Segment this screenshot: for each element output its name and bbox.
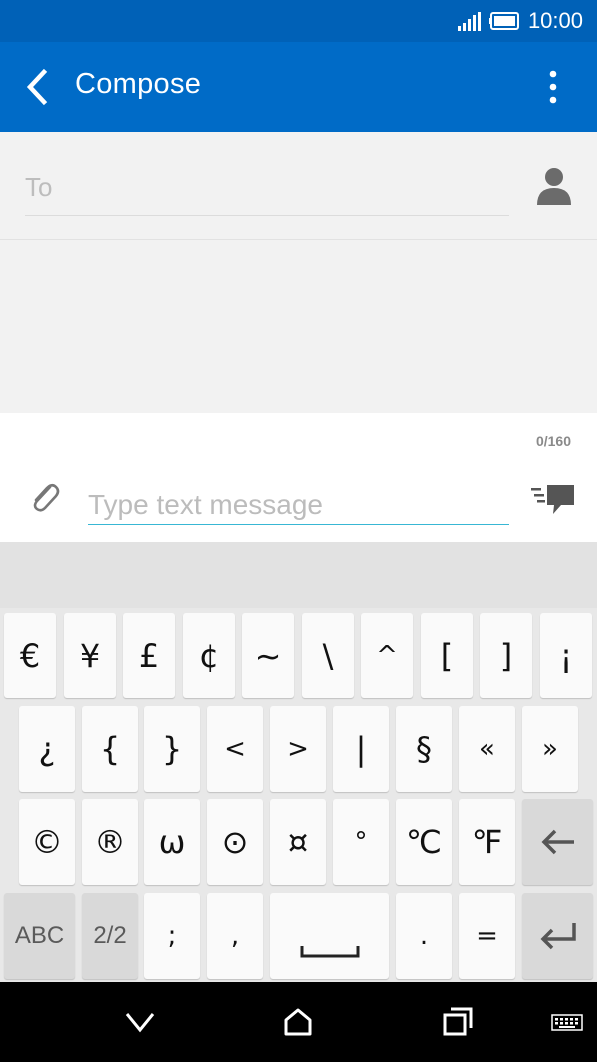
- key-tilde[interactable]: ~: [242, 613, 294, 698]
- key-inverted-exclamation[interactable]: ¡: [540, 613, 592, 698]
- keyboard: € ¥ £ ¢ ~ \ ^ [ ] ¡ ¿ { } < > | § « » © …: [0, 608, 597, 982]
- backspace-arrow-icon: [541, 829, 574, 855]
- navigation-bar: [0, 982, 597, 1062]
- key-yen[interactable]: ¥: [64, 613, 116, 698]
- page-switch-key[interactable]: 2/2: [82, 893, 138, 979]
- space-key[interactable]: [270, 893, 389, 979]
- battery-icon: [489, 12, 519, 30]
- key-inverted-question[interactable]: ¿: [19, 706, 75, 792]
- key-euro[interactable]: €: [4, 613, 56, 698]
- keyboard-icon[interactable]: [551, 1006, 583, 1038]
- backspace-key[interactable]: [522, 799, 593, 885]
- send-icon[interactable]: [531, 483, 575, 517]
- key-copyright[interactable]: ©: [19, 799, 75, 885]
- key-left-guillemet[interactable]: «: [459, 706, 515, 792]
- key-backslash[interactable]: \: [302, 613, 354, 698]
- key-less-than[interactable]: <: [207, 706, 263, 792]
- conversation-area: [0, 241, 597, 413]
- space-bar-icon: [300, 946, 359, 958]
- page-title: Compose: [75, 68, 202, 100]
- key-celsius[interactable]: ℃: [396, 799, 452, 885]
- enter-key[interactable]: [522, 893, 593, 979]
- key-equals[interactable]: =: [459, 893, 515, 979]
- key-omega[interactable]: ω: [144, 799, 200, 885]
- key-left-brace[interactable]: {: [82, 706, 138, 792]
- back-arrow-icon[interactable]: [22, 68, 52, 106]
- key-period[interactable]: .: [396, 893, 452, 979]
- home-icon[interactable]: [280, 1006, 316, 1038]
- more-options-icon[interactable]: [538, 68, 568, 108]
- key-pipe[interactable]: |: [333, 706, 389, 792]
- key-right-brace[interactable]: }: [144, 706, 200, 792]
- key-comma[interactable]: ,: [207, 893, 263, 979]
- status-time: 10:00: [527, 8, 583, 33]
- key-registered[interactable]: ®: [82, 799, 138, 885]
- key-fahrenheit[interactable]: ℉: [459, 799, 515, 885]
- keyboard-suggestion-strip: [0, 542, 597, 608]
- key-caret[interactable]: ^: [361, 613, 413, 698]
- key-cent[interactable]: ¢: [183, 613, 235, 698]
- message-input[interactable]: [88, 485, 509, 525]
- paperclip-icon[interactable]: [28, 479, 60, 515]
- key-currency-sign[interactable]: ¤: [270, 799, 326, 885]
- key-circled-dot[interactable]: ⊙: [207, 799, 263, 885]
- chevron-down-icon[interactable]: [122, 1006, 158, 1038]
- key-degree[interactable]: °: [333, 799, 389, 885]
- abc-key[interactable]: ABC: [4, 893, 75, 979]
- key-greater-than[interactable]: >: [270, 706, 326, 792]
- key-semicolon[interactable]: ;: [144, 893, 200, 979]
- compose-bar: 0/160: [0, 413, 597, 542]
- key-right-guillemet[interactable]: »: [522, 706, 578, 792]
- character-counter: 0/160: [535, 433, 571, 449]
- app-bar: Compose: [0, 42, 597, 132]
- recipient-input[interactable]: To: [25, 160, 509, 216]
- key-section[interactable]: §: [396, 706, 452, 792]
- signal-icon: [458, 12, 481, 31]
- recipient-area: To: [0, 132, 597, 240]
- contact-picker-icon[interactable]: [532, 164, 576, 208]
- enter-arrow-icon: [540, 923, 576, 950]
- key-left-bracket[interactable]: [: [421, 613, 473, 698]
- key-pound[interactable]: £: [123, 613, 175, 698]
- recent-apps-icon[interactable]: [440, 1006, 476, 1038]
- key-right-bracket[interactable]: ]: [480, 613, 532, 698]
- status-bar: 10:00: [0, 0, 597, 42]
